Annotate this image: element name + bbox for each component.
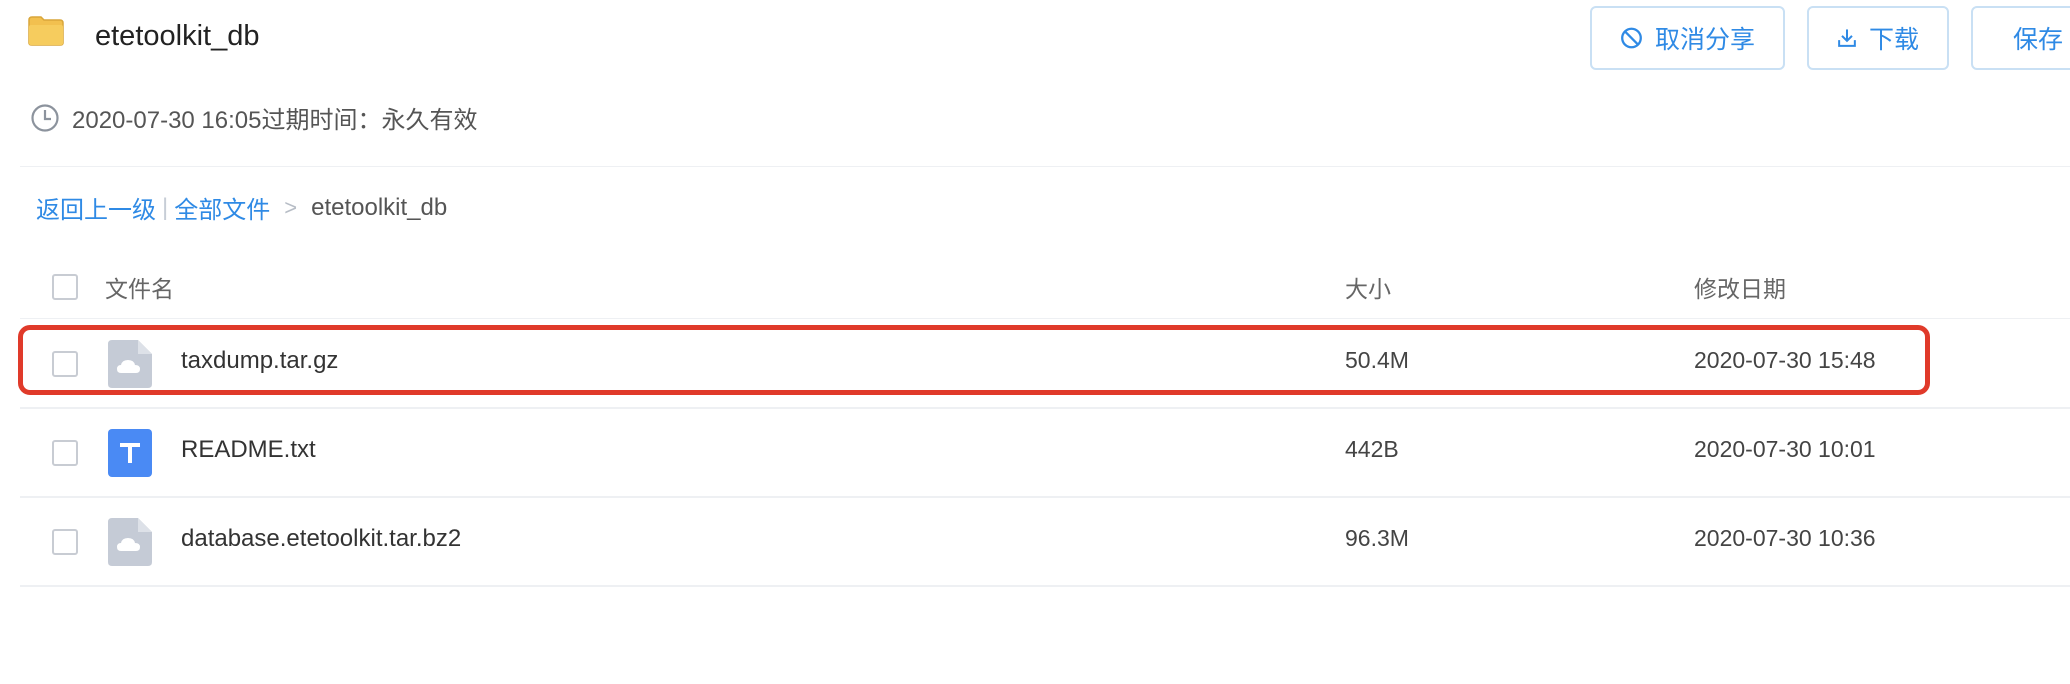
file-name[interactable]: taxdump.tar.gz xyxy=(181,347,338,375)
share-meta: 2020-07-30 16:05过期时间：永久有效 xyxy=(30,100,478,135)
file-size: 96.3M xyxy=(1345,525,1409,551)
folder-icon xyxy=(28,16,64,46)
share-page: etetoolkit_db 取消分享 下载 保存 2020-07-30 16:0… xyxy=(0,0,2070,684)
table-row[interactable]: README.txt 442B 2020-07-30 10:01 xyxy=(20,409,2070,498)
table-header: 文件名 大小 修改日期 xyxy=(0,262,2070,322)
column-date-header[interactable]: 修改日期 xyxy=(1694,270,1786,304)
divider xyxy=(20,318,2070,319)
table-row[interactable]: taxdump.tar.gz 50.4M 2020-07-30 15:48 xyxy=(20,320,2070,409)
row-checkbox[interactable] xyxy=(52,440,78,466)
divider xyxy=(20,166,2070,167)
save-button[interactable]: 保存 xyxy=(1971,6,2070,70)
download-button[interactable]: 下载 xyxy=(1807,6,1949,70)
breadcrumb-current: etetoolkit_db xyxy=(311,193,448,221)
ban-icon xyxy=(1621,27,1642,49)
file-name[interactable]: database.etetoolkit.tar.bz2 xyxy=(181,525,461,553)
share-meta-text: 2020-07-30 16:05过期时间：永久有效 xyxy=(72,107,478,134)
cancel-share-label: 取消分享 xyxy=(1654,26,1755,54)
clock-icon xyxy=(31,103,59,132)
cancel-share-button[interactable]: 取消分享 xyxy=(1590,6,1785,70)
select-all-checkbox[interactable] xyxy=(52,274,78,300)
save-label: 保存 xyxy=(2013,26,2064,54)
text-file-icon xyxy=(108,429,152,477)
breadcrumb: 返回上一级 | 全部文件 > etetoolkit_db xyxy=(36,190,447,225)
table-row[interactable]: database.etetoolkit.tar.bz2 96.3M 2020-0… xyxy=(20,498,2070,587)
action-toolbar: 取消分享 下载 保存 xyxy=(1590,6,2070,70)
file-date: 2020-07-30 15:48 xyxy=(1694,347,1876,373)
download-label: 下载 xyxy=(1868,26,1919,54)
page-title: etetoolkit_db xyxy=(95,20,260,52)
breadcrumb-separator: | xyxy=(162,193,169,221)
row-checkbox[interactable] xyxy=(52,529,78,555)
column-size-header[interactable]: 大小 xyxy=(1345,270,1391,304)
file-size: 442B xyxy=(1345,436,1399,462)
cloud-file-icon xyxy=(108,340,152,388)
file-name[interactable]: README.txt xyxy=(181,436,316,464)
column-name-header[interactable]: 文件名 xyxy=(105,270,174,304)
row-checkbox[interactable] xyxy=(52,351,78,377)
file-date: 2020-07-30 10:36 xyxy=(1694,525,1876,551)
all-files-link[interactable]: 全部文件 xyxy=(174,190,270,225)
file-date: 2020-07-30 10:01 xyxy=(1694,436,1876,462)
cloud-file-icon xyxy=(108,518,152,566)
download-icon xyxy=(1838,29,1856,47)
file-size: 50.4M xyxy=(1345,347,1409,373)
breadcrumb-arrow: > xyxy=(284,194,298,220)
back-link[interactable]: 返回上一级 xyxy=(36,190,156,225)
